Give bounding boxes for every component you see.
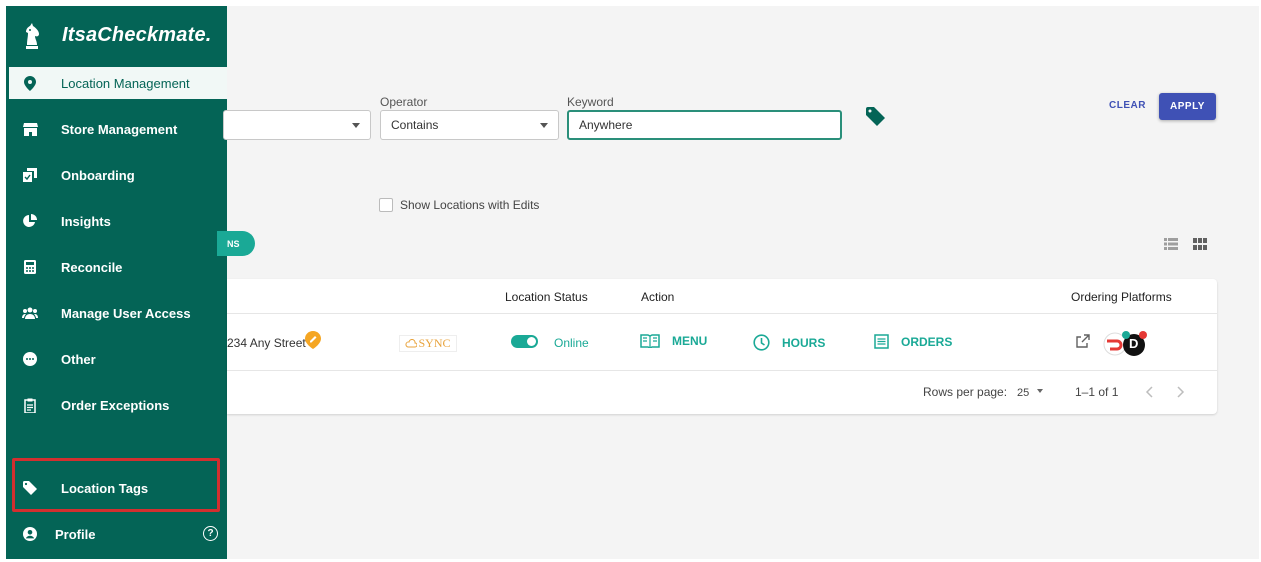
tag-filter-icon[interactable] [865,106,885,131]
apply-button[interactable]: APPLY [1159,93,1216,120]
sidebar-item-other[interactable]: Other [6,343,227,375]
sidebar-item-manage-user-access[interactable]: Manage User Access [6,297,227,329]
tag-icon [22,480,38,496]
brand-name: ItsaCheckmate. [62,24,212,46]
page-range: 1–1 of 1 [1075,385,1119,399]
sidebar-item-location-management[interactable]: Location Management [6,67,227,99]
operator-select[interactable]: Contains [380,110,559,140]
brand[interactable]: ItsaCheckmate. [6,6,227,66]
header-location-status: Location Status [505,290,588,304]
sidebar-item-label: Insights [61,213,111,229]
sidebar-item-label: Onboarding [61,167,135,183]
rows-per-page-value: 25 [1017,387,1030,399]
platform-logo-letter: D [1129,336,1139,351]
sidebar-item-label: Reconcile [61,259,123,275]
sidebar-item-label: Location Management [61,75,190,91]
next-page-icon[interactable] [1175,385,1185,403]
sidebar-item-label: Manage User Access [61,305,191,321]
location-address: 234 Any Street [227,336,306,350]
clipboard-icon [22,397,38,413]
sidebar-item-insights[interactable]: Insights [6,205,227,237]
sidebar-item-label: Other [61,351,96,367]
header-ordering-platforms: Ordering Platforms [1071,290,1172,304]
active-indicator [6,67,9,99]
hours-label: HOURS [782,335,826,350]
toggle-knob [527,337,536,346]
status-text: Online [554,336,589,350]
filter-pill-label: NS [227,238,240,249]
field-select[interactable] [223,110,371,140]
pie-chart-icon [22,213,38,229]
app-window: ItsaCheckmate. Location Management Store… [6,6,1259,559]
keyword-input[interactable] [567,110,842,140]
sidebar-item-profile[interactable]: Profile [6,518,227,550]
knight-logo-icon [26,23,39,49]
divider [227,313,1217,314]
users-icon [22,305,38,321]
main-content: Operator Contains Keyword CLEAR APPLY Sh… [217,6,1259,559]
list-icon [874,334,889,349]
operator-value: Contains [391,118,439,132]
sidebar-item-reconcile[interactable]: Reconcile [6,251,227,283]
pos-label: SYNC [418,336,451,350]
sidebar-item-onboarding[interactable]: Onboarding [6,159,227,191]
keyword-label: Keyword [567,95,614,109]
menu-label: MENU [672,334,708,348]
chevron-down-icon [1037,389,1043,393]
header-action: Action [641,290,675,304]
edit-marker-icon[interactable] [305,331,321,354]
sidebar-item-location-tags[interactable]: Location Tags [6,472,227,504]
sidebar: ItsaCheckmate. Location Management Store… [6,6,227,559]
list-view-icon[interactable] [1164,237,1178,255]
user-icon [22,526,38,542]
sidebar-item-label: Profile [55,526,96,542]
hours-button[interactable]: HOURS [753,334,825,351]
sidebar-item-label: Order Exceptions [61,397,170,413]
doordash-logo-icon[interactable]: D [1101,329,1149,364]
locations-table: Location Status Action Ordering Platform… [227,279,1217,414]
open-external-icon[interactable] [1076,334,1090,353]
location-pin-icon [22,75,38,91]
status-toggle[interactable] [511,335,538,348]
sidebar-item-label: Location Tags [61,480,149,496]
grid-view-icon[interactable] [1193,237,1207,255]
clear-button[interactable]: CLEAR [1109,100,1146,111]
book-icon [640,334,660,348]
divider [227,370,1217,371]
prev-page-icon[interactable] [1145,385,1155,403]
sidebar-item-store-management[interactable]: Store Management [6,113,227,145]
chevron-down-icon [352,123,360,128]
orders-button[interactable]: ORDERS [874,334,952,349]
filter-pill-button[interactable]: NS [217,231,255,256]
sidebar-item-label: Store Management [61,121,178,137]
operator-label: Operator [380,95,428,109]
show-edits-label: Show Locations with Edits [400,198,540,212]
sidebar-item-order-exceptions[interactable]: Order Exceptions [6,389,227,421]
onboarding-icon [22,167,38,183]
show-edits-checkbox[interactable] [379,198,393,212]
rows-per-page-label: Rows per page: [923,385,1008,399]
clock-icon [753,334,770,351]
menu-button[interactable]: MENU [640,334,707,348]
help-icon[interactable]: ? [203,526,218,541]
cloud-icon [405,339,418,348]
rows-per-page-select[interactable]: 25 [1017,383,1047,399]
orders-label: ORDERS [901,334,953,349]
more-icon [22,351,38,367]
chevron-down-icon [540,123,548,128]
calculator-icon [22,259,38,275]
store-icon [22,121,38,137]
pos-sync-badge: SYNC [399,335,457,352]
